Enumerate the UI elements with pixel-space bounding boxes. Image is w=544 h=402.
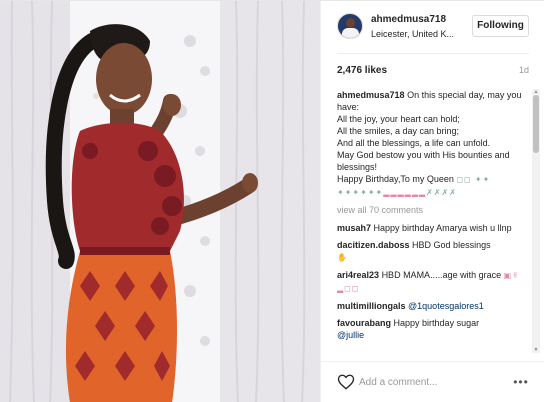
comment-mention[interactable]: @1quotesgalores1 [408, 301, 484, 311]
post-header: ahmedmusa718 Leicester, United K... Foll… [321, 1, 544, 53]
user-meta: ahmedmusa718 Leicester, United K... [371, 14, 471, 40]
dress-top [71, 122, 184, 251]
author-location[interactable]: Leicester, United K... [371, 28, 471, 40]
caption: ahmedmusa718 On this special day, may yo… [337, 89, 533, 199]
earring [93, 93, 99, 99]
author-username[interactable]: ahmedmusa718 [371, 14, 471, 26]
comment-item: multimilliongals @1quotesgalores1 [337, 300, 533, 312]
comment-username[interactable]: ari4real23 [337, 270, 379, 280]
avatar[interactable] [337, 13, 363, 39]
sparkle-emoji-icon: ✦✦✦✦✦✦ [337, 188, 384, 197]
comment-username[interactable]: dacitizen.daboss [337, 240, 410, 250]
likes-count[interactable]: 2,476 likes [337, 65, 387, 76]
post-photo[interactable] [0, 1, 320, 402]
add-comment-row: ••• [321, 361, 544, 402]
comment-text: Happy birthday sugar [393, 318, 480, 328]
figure-emoji-icon: ✗✗✗✗ [426, 188, 457, 197]
comment-item: dacitizen.daboss HBD God blessings ✋ [337, 239, 533, 264]
caption-line-last: Happy Birthday,To my Queen ◻◻ ✦✦ [337, 173, 533, 186]
scroll-down-arrow-icon[interactable]: ▼ [532, 347, 540, 353]
caption-line: And all the blessings, a life can unfold… [337, 138, 491, 148]
avatar-head [346, 18, 355, 28]
add-comment-input[interactable] [359, 371, 499, 393]
comment-item: favourabang Happy birthday sugar @jullie [337, 317, 533, 341]
post-time[interactable]: 1d [519, 65, 529, 75]
comment-username[interactable]: musah7 [337, 223, 371, 233]
emoji-line: ✦✦✦✦✦✦▂▂▂▂▂▂✗✗✗✗ [337, 186, 533, 199]
scroll-thumb[interactable] [533, 95, 539, 153]
header-divider [337, 53, 529, 54]
comment-username[interactable]: favourabang [337, 318, 391, 328]
cake-emoji-icon: ▂▂▂▂▂▂ [383, 188, 427, 197]
caption-username[interactable]: ahmedmusa718 [337, 90, 405, 100]
emoji-row-icon: ◻◻ ✦✦ [456, 175, 491, 184]
caption-line: All the joy, your heart can hold; [337, 114, 460, 124]
face [96, 43, 152, 115]
likes-row: 2,476 likes 1d [337, 65, 529, 79]
comment-emoji-line: ✋ [337, 251, 533, 264]
comment-text: HBD MAMA.....age with grace [381, 270, 502, 280]
following-button[interactable]: Following [472, 15, 529, 37]
view-all-comments-link[interactable]: view all 70 comments [337, 204, 533, 216]
comment-text: Happy birthday Amarya wish u llnp [373, 223, 512, 233]
praying-emoji-icon: ✋ [337, 253, 348, 262]
avatar-shirt [342, 28, 359, 38]
heart-icon[interactable] [337, 373, 355, 391]
comment-item: ari4real23 HBD MAMA.....age with grace ▣… [337, 269, 533, 295]
comment-username[interactable]: multimilliongals [337, 301, 406, 311]
instagram-post: ahmedmusa718 Leicester, United K... Foll… [0, 0, 544, 402]
caption-line: All the smiles, a day can bring; [337, 126, 460, 136]
comments-list[interactable]: ahmedmusa718 On this special day, may yo… [337, 89, 533, 355]
comment-item: musah7 Happy birthday Amarya wish u llnp [337, 222, 533, 234]
waist-band [80, 247, 170, 255]
comment-text: HBD God blessings [412, 240, 491, 250]
more-options-icon[interactable]: ••• [511, 372, 531, 392]
caption-line: May God bestow you with His bounties and… [337, 150, 510, 172]
photo-illustration [0, 1, 320, 402]
comment-mention[interactable]: @jullie [337, 329, 533, 341]
caption-line-text: Happy Birthday,To my Queen [337, 174, 454, 184]
hand-right [242, 173, 258, 193]
hand-left [163, 94, 181, 116]
post-side-panel: ahmedmusa718 Leicester, United K... Foll… [320, 1, 544, 402]
comments-scrollbar[interactable]: ▲ ▼ [532, 89, 540, 353]
